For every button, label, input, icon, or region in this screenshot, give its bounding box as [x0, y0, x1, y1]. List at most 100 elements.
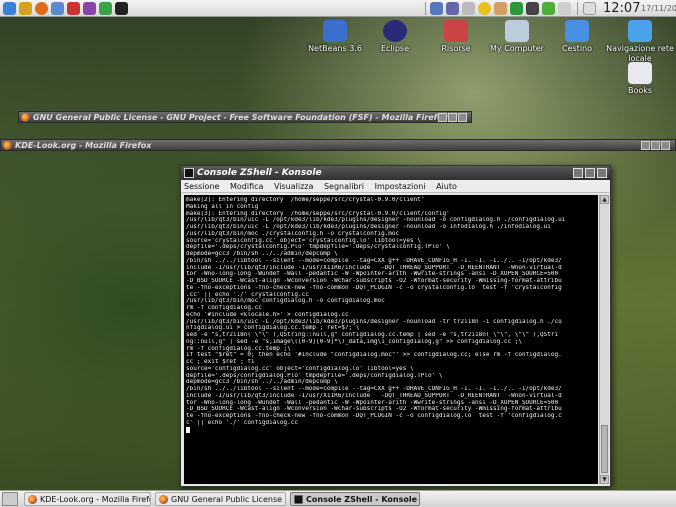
- clock-icon: [583, 2, 596, 15]
- menu-modifica[interactable]: Modifica: [230, 182, 263, 191]
- email-icon[interactable]: [19, 2, 32, 15]
- desktop-icon-label: Risorse: [441, 44, 471, 53]
- terminal-output[interactable]: make[2]: Entering directory `/home/seppe…: [184, 195, 598, 484]
- minimize-button[interactable]: [573, 168, 583, 178]
- user-icon[interactable]: [494, 2, 507, 15]
- terminal-line: depfile='.deps/crystalconfig.Plo' tmpdep…: [186, 244, 450, 251]
- firefox-icon: [3, 141, 12, 150]
- menu-segnalibri[interactable]: Segnalibri: [324, 182, 364, 191]
- terminal-line: make[2]: Entering directory `/home/seppe…: [186, 197, 425, 203]
- update-icon[interactable]: [526, 2, 539, 15]
- desktop-icon-label: Cestino: [562, 44, 592, 53]
- file-manager-icon[interactable]: [51, 2, 64, 15]
- terminal-line: tor -Wno-long-long -Wundef -Wall -pedant…: [186, 271, 559, 278]
- window-title: KDE-Look.org - Mozilla Firefox: [15, 141, 152, 150]
- window-list-icon[interactable]: [430, 2, 443, 15]
- terminal-line: depmode=gcc3 /bin/sh ../../admin/depcomp…: [186, 251, 338, 257]
- terminal-line: te -fno-exceptions -fno-check-new -fno-c…: [186, 284, 562, 291]
- task-konsole[interactable]: Console ZShell - Konsole: [290, 492, 420, 506]
- shaded-window-kde-look[interactable]: KDE-Look.org - Mozilla Firefox: [0, 139, 676, 151]
- network-folder-icon: [628, 20, 652, 42]
- clock[interactable]: 12:07: [603, 1, 640, 16]
- window-buttons[interactable]: [640, 141, 670, 154]
- terminal-line: -D_BSD_SOURCE -Wcast-align -Wconversion …: [186, 278, 562, 284]
- scroll-up-icon[interactable]: ▲: [600, 195, 609, 204]
- image-icon[interactable]: [99, 2, 112, 15]
- desktop-icon-eclipse[interactable]: Eclipse: [360, 20, 430, 54]
- terminal-scrollbar[interactable]: ▲ ▼: [599, 195, 609, 484]
- terminal-line: depfile='.deps/configdialog.Plo' tmpdepf…: [186, 372, 443, 379]
- terminal-line: /usr/lib/qt3/bin/uic -L /opt/kde3/lib/kd…: [186, 318, 562, 325]
- desktop-icon-label: Navigazione rete locale: [606, 44, 674, 63]
- menu-aiuto[interactable]: Aiuto: [436, 182, 457, 191]
- konsole-titlebar[interactable]: Console ZShell - Konsole: [181, 166, 610, 180]
- terminal-line: source='configdialog.cc' object='configd…: [186, 365, 414, 372]
- task-gnu-gpl[interactable]: GNU General Public License - G: [155, 492, 286, 506]
- terminal-line: include -I/usr/lib/qt3/include -I/usr/X1…: [186, 264, 562, 271]
- menu-sessione[interactable]: Sessione: [184, 182, 219, 191]
- clipboard-icon[interactable]: [510, 2, 523, 15]
- task-kde-look[interactable]: KDE-Look.org - Mozilla Firefox: [24, 492, 151, 506]
- top-panel: 12:07 17/11/2004: [0, 0, 676, 17]
- eclipse-icon: [383, 20, 407, 42]
- scrollbar-thumb[interactable]: [601, 425, 608, 473]
- terminal-line: rm -f configdialog.cc.temp ;\: [186, 345, 291, 352]
- firefox-icon: [28, 495, 37, 504]
- terminal-line: c' || echo './'`configdialog.cc: [186, 419, 298, 426]
- menu-visualizza[interactable]: Visualizza: [274, 182, 313, 191]
- terminal-line: depmode=gcc3 /bin/sh ../../admin/depcomp…: [186, 379, 338, 386]
- books-icon: [628, 62, 652, 84]
- network-icon[interactable]: [446, 2, 459, 15]
- firefox-icon: [21, 113, 30, 122]
- office-icon[interactable]: [67, 2, 80, 15]
- music-icon[interactable]: [83, 2, 96, 15]
- terminal-line: include -I/usr/lib/qt3/include -I/usr/X1…: [186, 392, 562, 399]
- firefox-icon[interactable]: [35, 2, 48, 15]
- desktop-icon-label: Eclipse: [380, 44, 410, 53]
- trash-icon: [565, 20, 589, 42]
- terminal-line: make[3]: Entering directory `/home/seppe…: [186, 210, 450, 217]
- desktop-icon-cestino[interactable]: Cestino: [542, 20, 612, 54]
- terminal-line: /usr/lib/qt3/bin/moc ./crystalconfig.h -…: [186, 230, 400, 237]
- terminal-line: [186, 426, 596, 434]
- kde-menu-icon[interactable]: [2, 492, 18, 506]
- terminal-line: /usr/lib/qt3/bin/moc configdialog.h -o c…: [186, 298, 385, 305]
- scroll-down-icon[interactable]: ▼: [600, 475, 609, 484]
- desktop-icon-books[interactable]: Books: [605, 62, 675, 96]
- volume-icon[interactable]: [478, 2, 491, 15]
- terminal-line: rm -f configdialog.cc: [186, 305, 262, 311]
- konqueror-icon[interactable]: [3, 2, 16, 15]
- desktop-icon-risorse[interactable]: Risorse: [421, 20, 491, 54]
- terminal-line: echo '#include <klocale.h>' > configdial…: [186, 311, 349, 318]
- window-buttons[interactable]: [437, 113, 467, 126]
- netbeans-icon: [323, 20, 347, 42]
- terminal-line: nfigdialog.ui > configdialog.cc.temp ; r…: [186, 325, 360, 332]
- terminal-cursor: [186, 426, 190, 433]
- firefox-icon: [159, 495, 168, 504]
- resources-icon: [444, 20, 468, 42]
- computer-icon: [505, 20, 529, 42]
- terminal-line: /bin/sh ../../libtool --silent --mode=co…: [186, 386, 562, 392]
- printer-icon[interactable]: [462, 2, 475, 15]
- terminal-icon: [294, 495, 303, 504]
- terminal-line: cc ; exit $ret ; fi: [186, 359, 255, 365]
- terminal-line: Making all in config: [186, 203, 259, 210]
- shaded-window-gnu-gpl[interactable]: GNU General Public License - GNU Project…: [18, 111, 472, 123]
- desktop-icon-network[interactable]: Navigazione rete locale: [605, 20, 675, 64]
- panel-separator: [577, 2, 578, 15]
- window-title: Console ZShell - Konsole: [197, 168, 322, 178]
- konsole-window[interactable]: Console ZShell - Konsole Sessione Modifi…: [180, 165, 611, 487]
- terminal-icon[interactable]: [184, 168, 194, 178]
- terminal-line: te -fno-exceptions -fno-check-new -fno-c…: [186, 413, 562, 419]
- terminal-line: ng::null,g" | sed -e "s,image\([0-9][0-9…: [186, 338, 522, 345]
- task-label: KDE-Look.org - Mozilla Firefox: [40, 495, 151, 504]
- terminal-icon[interactable]: [115, 2, 128, 15]
- battery-icon[interactable]: [542, 2, 555, 15]
- menu-impostazioni[interactable]: Impostazioni: [375, 182, 426, 191]
- wifi-icon[interactable]: [558, 2, 571, 15]
- window-title: GNU General Public License - GNU Project…: [33, 113, 448, 122]
- terminal-line: sed -e "s,tr2i18n( \"\" ),QString::null,…: [186, 332, 559, 338]
- task-label: GNU General Public License - G: [171, 495, 286, 504]
- close-button[interactable]: [597, 168, 607, 178]
- maximize-button[interactable]: [585, 168, 595, 178]
